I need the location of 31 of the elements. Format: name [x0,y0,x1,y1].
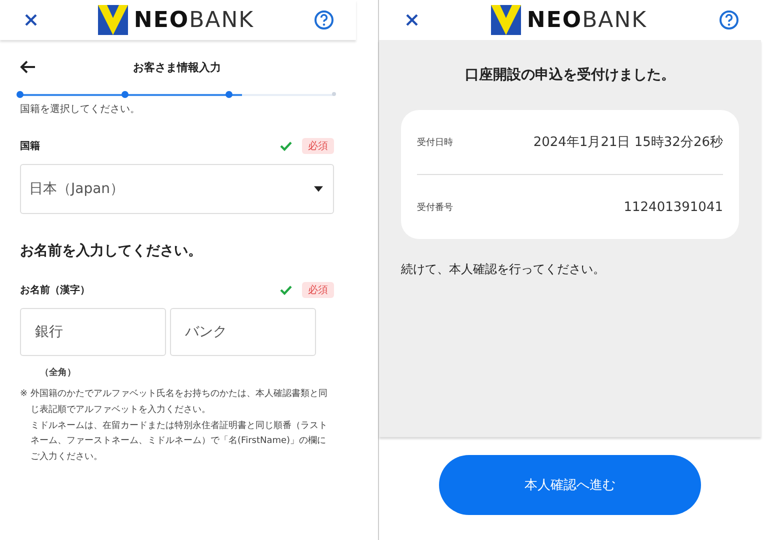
page-title: お客さま情報入力 [132,60,222,74]
proceed-button[interactable]: 本人確認へ進む [439,455,701,515]
required-badge: 必須 [302,282,334,298]
detail-value: 2024年1月21日 15時32分26秒 [533,134,723,151]
last-name-field[interactable]: 銀行 [20,308,166,356]
close-icon[interactable] [405,13,419,27]
field-label: 国籍 [20,140,40,153]
detail-value: 112401391041 [624,200,723,214]
section-heading: お名前を入力してください。 [20,242,203,260]
nationality-select[interactable]: 日本（Japan） [20,164,334,214]
hint-text: （全角） [40,366,77,379]
logo-text: NEOBANK [134,8,254,32]
first-name-field[interactable]: バンク [170,308,316,356]
confirmation-heading: 口座開設の申込を受付けました。 [464,66,676,84]
help-icon[interactable] [719,10,739,30]
detail-label: 受付日時 [417,136,453,148]
close-icon[interactable] [24,13,38,27]
note-text: 外国籍のかたでアルファベット氏名をお持ちのかたは、本人確認書類と同じ表記順でアルファベットを入力ください。 [30,388,329,417]
note-text: ミドルネームは、在留カードまたは特別永住者証明書と同じ順番（ラストネーム、ファーストネーム、ミドルネーム）で「名(FirstName)」の欄にご入力ください。 [30,420,329,464]
logo-icon [98,5,128,35]
prompt-text: 国籍を選択してください。 [20,103,141,116]
back-arrow-icon[interactable] [20,60,36,74]
help-icon[interactable] [314,10,334,30]
logo-icon [490,5,521,35]
field-label: お名前（漢字） [20,283,90,297]
instruction-text: 続けて、本人確認を行ってください。 [401,261,606,278]
detail-label: 受付番号 [417,202,453,214]
required-badge: 必須 [302,138,334,154]
logo-text: NEOBANK [526,8,648,32]
dropdown-caret-icon [314,186,323,192]
note-mark: ※ [20,388,28,401]
